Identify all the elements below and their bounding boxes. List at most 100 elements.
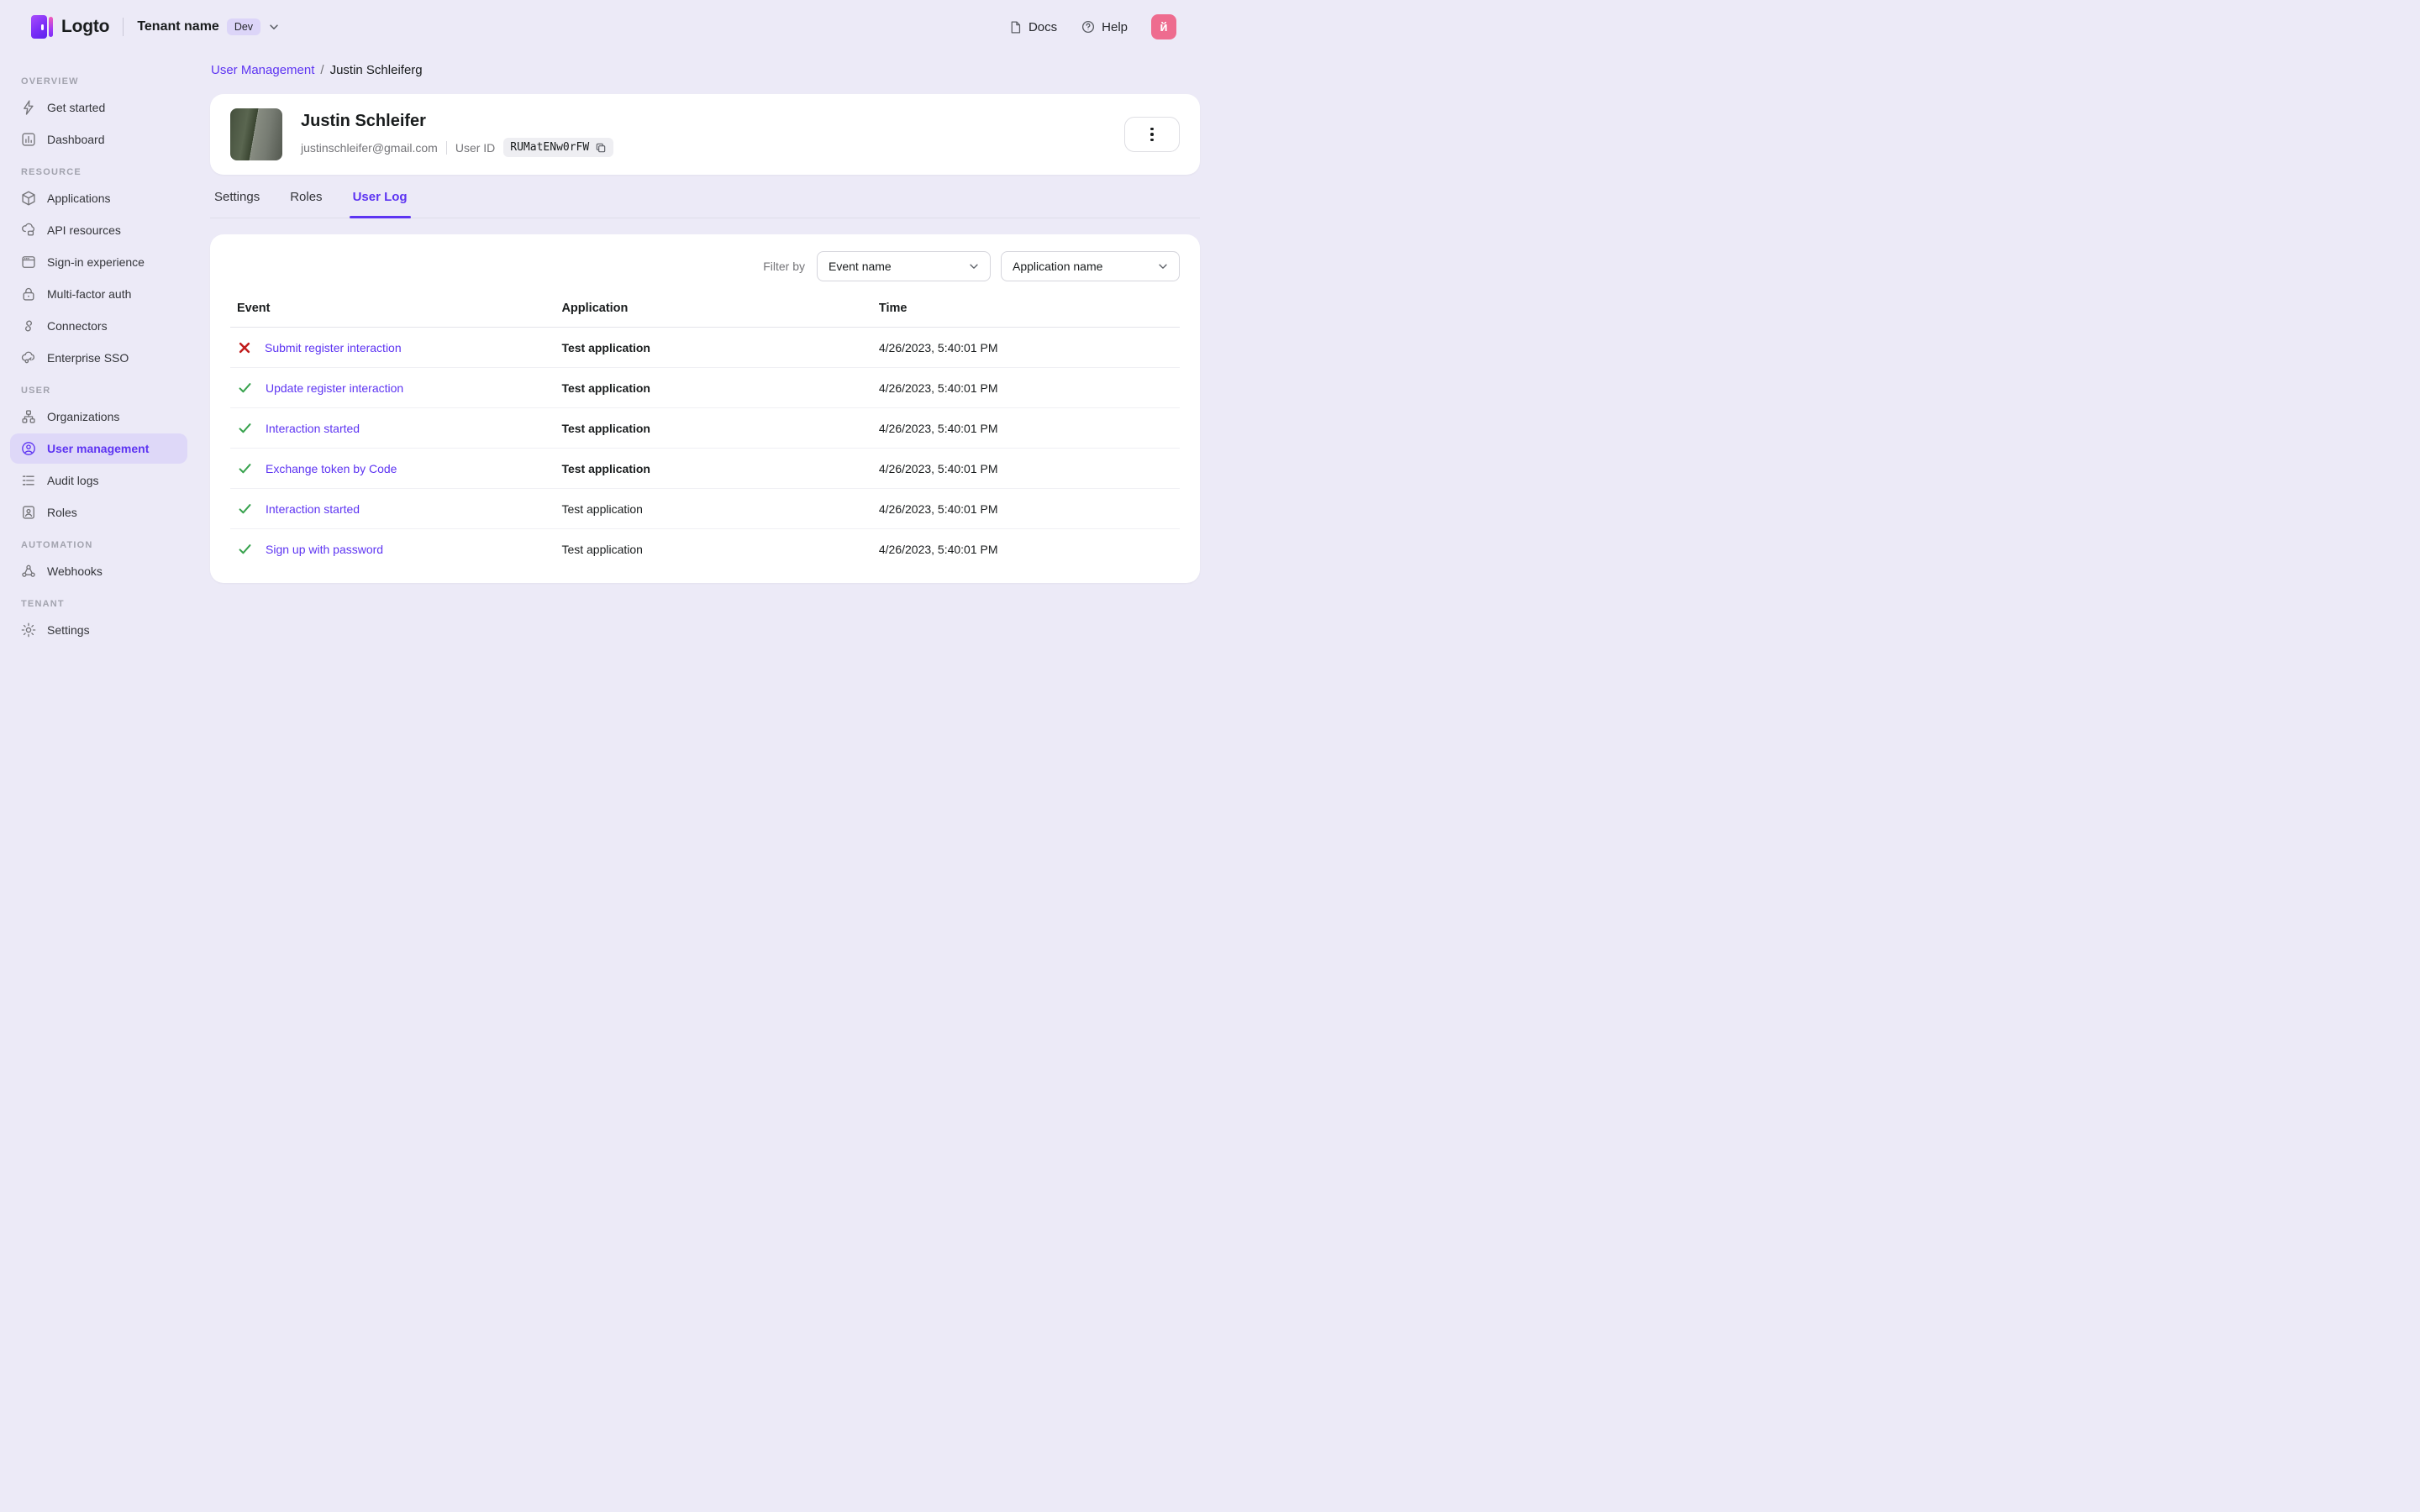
more-actions-button[interactable] <box>1124 117 1180 152</box>
sidebar-item-label: Webhooks <box>47 564 103 578</box>
user-id-chip[interactable]: RUMatENw0rFW <box>503 138 614 157</box>
time-cell: 4/26/2023, 5:40:01 PM <box>871 448 1180 489</box>
brand-name: Logto <box>61 17 110 36</box>
sidebar-item-connectors[interactable]: Connectors <box>10 311 187 341</box>
sidebar-item-get-started[interactable]: Get started <box>10 92 187 123</box>
tab-roles[interactable]: Roles <box>290 186 322 218</box>
event-cell: Interaction started <box>230 407 555 449</box>
sidebar-item-label: Get started <box>47 101 106 114</box>
dashboard-icon <box>20 131 37 148</box>
sidebar-item-api-resources[interactable]: API resources <box>10 215 187 245</box>
event-cell: Update register interaction <box>230 367 555 408</box>
log-table-row: Interaction started Test application 4/26/… <box>230 407 1180 449</box>
tab-bar: Settings Roles User Log <box>210 186 1200 218</box>
sidebar-item-label: Roles <box>47 506 77 519</box>
help-button[interactable]: Help <box>1074 14 1134 39</box>
user-avatar-photo <box>230 108 282 160</box>
sidebar-item-sign-in-experience[interactable]: Sign-in experience <box>10 247 187 277</box>
user-header-card: Justin Schleifer justinschleifer@gmail.c… <box>210 94 1200 175</box>
help-label: Help <box>1102 19 1128 34</box>
user-log-table: Event Application Time Submit register i… <box>230 293 1180 570</box>
sidebar-item-enterprise-sso[interactable]: Enterprise SSO <box>10 343 187 373</box>
application-cell: Test application <box>561 542 643 556</box>
sidebar-item-roles[interactable]: Roles <box>10 497 187 528</box>
tab-user-log[interactable]: User Log <box>349 186 411 218</box>
event-name-filter-select[interactable]: Event name <box>817 251 991 281</box>
application-cell: Test application <box>555 407 872 449</box>
user-id-value: RUMatENw0rFW <box>510 141 590 154</box>
event-cell: Submit register interaction <box>230 327 555 368</box>
user-avatar-button[interactable]: й <box>1151 14 1176 39</box>
document-icon <box>1011 20 1021 34</box>
event-link[interactable]: Interaction started <box>266 422 360 435</box>
cube-icon <box>20 190 37 207</box>
event-link[interactable]: Submit register interaction <box>265 341 402 354</box>
bolt-icon <box>20 99 37 116</box>
user-id-label: User ID <box>455 140 496 155</box>
event-link[interactable]: Update register interaction <box>266 381 403 395</box>
success-check-icon <box>237 501 253 517</box>
sso-icon <box>20 349 37 366</box>
sidebar-item-label: Dashboard <box>47 133 105 146</box>
log-table-header-row: Event Application Time <box>230 293 1180 328</box>
sidebar-item-organizations[interactable]: Organizations <box>10 402 187 432</box>
audit-icon <box>20 472 37 489</box>
sidebar-item-label: Connectors <box>47 319 108 333</box>
sidebar-item-label: Organizations <box>47 410 120 423</box>
event-cell: Interaction started <box>230 488 555 529</box>
logto-logo[interactable]: Logto <box>31 14 110 39</box>
event-link[interactable]: Sign up with password <box>266 543 383 556</box>
log-table-row: Interaction started Test application 4/26/… <box>230 488 1180 529</box>
column-header-time: Time <box>871 293 1180 328</box>
log-table-row: Exchange token by Code Test application 4/… <box>230 448 1180 489</box>
docs-button[interactable]: Docs <box>1002 15 1064 39</box>
org-icon <box>20 408 37 425</box>
sidebar-item-label: Enterprise SSO <box>47 351 129 365</box>
sidebar-item-user-management[interactable]: User management <box>10 433 187 464</box>
copy-icon[interactable] <box>595 142 607 154</box>
sidebar-item-dashboard[interactable]: Dashboard <box>10 124 187 155</box>
user-name: Justin Schleifer <box>301 112 426 130</box>
sidebar-item-label: Applications <box>47 192 111 205</box>
logto-logo-icon <box>31 14 53 39</box>
sidebar-item-webhooks[interactable]: Webhooks <box>10 556 187 586</box>
application-name-filter-value: Application name <box>1013 260 1103 273</box>
meta-divider <box>445 140 447 155</box>
application-cell: Test application <box>555 488 872 529</box>
sidebar: OVERVIEW Get started Dashboard RESOURCE Appl… <box>0 54 197 756</box>
sidebar-item-label: Settings <box>47 623 90 637</box>
sidebar-item-settings[interactable]: Settings <box>10 615 187 645</box>
sidebar-item-applications[interactable]: Applications <box>10 183 187 213</box>
event-name-filter-value: Event name <box>829 260 892 273</box>
connectors-icon <box>20 318 37 334</box>
application-cell: Test application <box>555 327 872 368</box>
event-link[interactable]: Interaction started <box>266 502 360 516</box>
success-check-icon <box>237 380 253 396</box>
application-cell: Test application <box>555 448 872 489</box>
sidebar-item-label: API resources <box>47 223 121 237</box>
user-info: Justin Schleifer justinschleifer@gmail.c… <box>301 112 614 157</box>
log-table-row: Submit register interaction Test applicat… <box>230 327 1180 368</box>
gear-icon <box>20 622 37 638</box>
breadcrumb-user-management-link[interactable]: User Management <box>211 63 314 77</box>
sidebar-section-label: TENANT <box>21 599 65 609</box>
breadcrumb-separator: / <box>320 63 324 77</box>
application-name-filter-select[interactable]: Application name <box>1001 251 1180 281</box>
event-cell: Sign up with password <box>230 529 555 570</box>
sidebar-section-label: RESOURCE <box>21 167 82 177</box>
log-table-row: Update register interaction Test applicat… <box>230 367 1180 408</box>
tenant-selector[interactable]: Tenant name Dev <box>137 18 280 35</box>
time-cell: 4/26/2023, 5:40:01 PM <box>871 407 1180 449</box>
breadcrumb-current: Justin Schleiferg <box>329 63 423 77</box>
main-content: User Management / Justin Schleiferg Just… <box>197 54 1210 756</box>
tab-settings[interactable]: Settings <box>214 186 260 218</box>
success-check-icon <box>237 420 253 436</box>
time-cell: 4/26/2023, 5:40:01 PM <box>871 367 1180 408</box>
sidebar-item-multi-factor-auth[interactable]: Multi-factor auth <box>10 279 187 309</box>
tenant-env-badge: Dev <box>226 18 261 35</box>
sidebar-section-label: OVERVIEW <box>21 76 79 87</box>
chevron-down-icon <box>270 24 278 29</box>
chevron-down-icon <box>1159 264 1167 269</box>
sidebar-item-audit-logs[interactable]: Audit logs <box>10 465 187 496</box>
event-link[interactable]: Exchange token by Code <box>266 462 397 475</box>
